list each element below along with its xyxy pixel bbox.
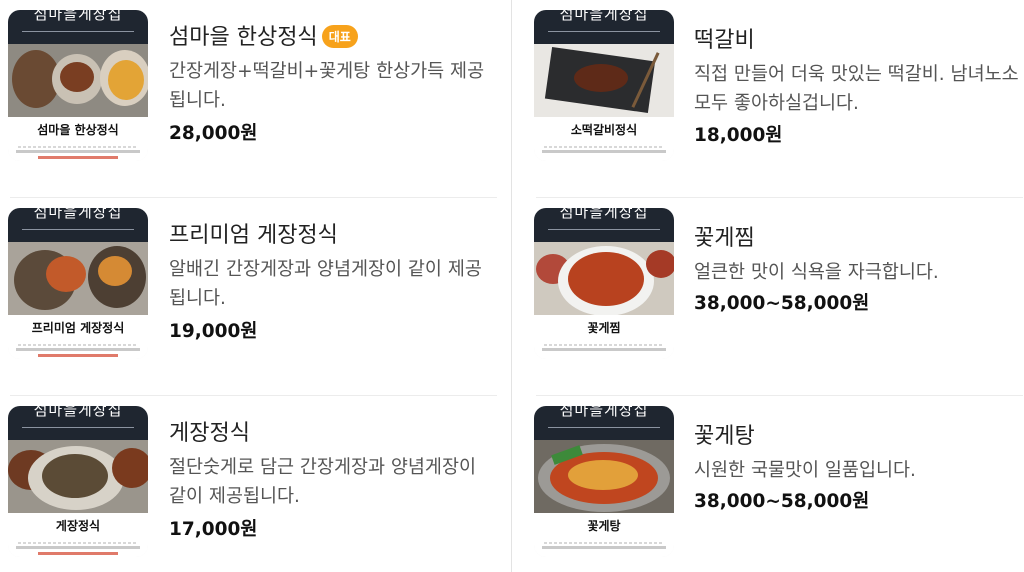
thumbnail-header-text: 섬마을게장집	[559, 10, 649, 23]
menu-item[interactable]: 섬마을게장집 꽃게탕 꽃게탕 시원한 국물맛이 일품입니다. 38,000~58…	[526, 396, 1023, 572]
menu-item-thumbnail[interactable]: 섬마을게장집 꽃게탕	[534, 406, 674, 557]
menu-item-price: 19,000원	[169, 321, 258, 342]
thumbnail-title: 꽃게탕	[587, 519, 621, 533]
thumbnail-header-text: 섬마을게장집	[559, 406, 649, 419]
menu-column-right: 섬마을게장집 소떡갈비정식 떡갈비 직접 만들어 더욱 맛있는 떡갈비. 남녀노…	[526, 0, 1023, 572]
menu-item-description: 알배긴 간장게장과 양념게장이 같이 제공됩니다.	[169, 259, 482, 309]
menu-item-price: 38,000~58,000원	[694, 293, 870, 314]
menu-item-description: 간장게장+떡갈비+꽃게탕 한상가득 제공됩니다.	[169, 61, 485, 111]
menu-item-description: 직접 만들어 더욱 맛있는 떡갈비. 남녀노소 모두 좋아하실겁니다.	[694, 64, 1019, 114]
menu-item-name: 게장정식	[169, 421, 250, 446]
signature-badge: 대표	[321, 25, 358, 48]
menu-item-name: 프리미엄 게장정식	[169, 223, 338, 248]
menu-item-price: 18,000원	[694, 125, 783, 146]
thumbnail-title: 꽃게찜	[587, 321, 621, 335]
menu-column-left: 섬마을게장집 섬마을 한상정식 섬마을 한상정식 대표 간장게장+떡갈비+꽃게탕 …	[0, 0, 497, 572]
menu-item-thumbnail[interactable]: 섬마을게장집 섬마을 한상정식	[8, 10, 148, 161]
menu-item-thumbnail[interactable]: 섬마을게장집 게장정식	[8, 406, 148, 557]
menu-item[interactable]: 섬마을게장집 게장정식 게장정식 절단숫게로 담근 간장게장과 양념게장이 같이…	[0, 396, 497, 572]
thumbnail-title: 게장정식	[55, 519, 101, 533]
thumbnail-header-text: 섬마을게장집	[33, 10, 123, 23]
menu-item-description: 절단숫게로 담근 간장게장과 양념게장이 같이 제공됩니다.	[169, 457, 476, 507]
menu-item[interactable]: 섬마을게장집 섬마을 한상정식 섬마을 한상정식 대표 간장게장+떡갈비+꽃게탕 …	[0, 0, 497, 198]
menu-item[interactable]: 섬마을게장집 꽃게찜 꽃게찜 얼큰한 맛이 식욕을 자극합니다. 38,000~…	[526, 198, 1023, 396]
menu-item-price: 38,000~58,000원	[694, 491, 870, 512]
menu-item-name: 섬마을 한상정식 대표	[169, 19, 358, 51]
thumbnail-header-text: 섬마을게장집	[559, 208, 649, 221]
menu-item[interactable]: 섬마을게장집 소떡갈비정식 떡갈비 직접 만들어 더욱 맛있는 떡갈비. 남녀노…	[526, 0, 1023, 198]
thumbnail-header-text: 섬마을게장집	[33, 208, 123, 221]
menu-item-name: 꽃게탕	[694, 424, 755, 449]
menu-item-description: 얼큰한 맛이 식욕을 자극합니다.	[694, 262, 939, 283]
column-divider	[511, 0, 512, 572]
menu-item-price: 17,000원	[169, 519, 258, 540]
menu-item-name: 떡갈비	[694, 28, 755, 53]
thumbnail-title: 섬마을 한상정식	[37, 123, 119, 137]
thumbnail-header-text: 섬마을게장집	[33, 406, 123, 419]
menu-item-description: 시원한 국물맛이 일품입니다.	[694, 460, 916, 481]
menu-item-thumbnail[interactable]: 섬마을게장집 프리미엄 게장정식	[8, 208, 148, 359]
thumbnail-title: 소떡갈비정식	[570, 123, 638, 137]
menu-item-thumbnail[interactable]: 섬마을게장집 꽃게찜	[534, 208, 674, 359]
menu-item-name: 꽃게찜	[694, 226, 755, 251]
menu-item[interactable]: 섬마을게장집 프리미엄 게장정식 프리미엄 게장정식 알배긴 간장게장과 양념게…	[0, 198, 497, 396]
menu-item-thumbnail[interactable]: 섬마을게장집 소떡갈비정식	[534, 10, 674, 161]
thumbnail-title: 프리미엄 게장정식	[31, 321, 125, 335]
menu-item-price: 28,000원	[169, 123, 258, 144]
